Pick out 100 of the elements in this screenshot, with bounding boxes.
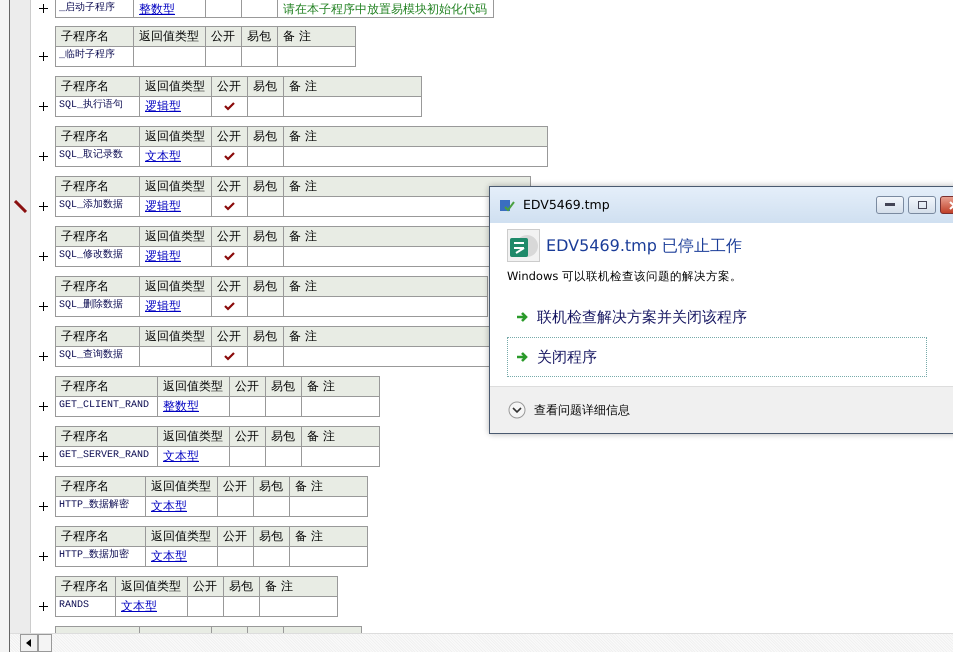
arrow-icon — [516, 351, 529, 364]
column-header: 易包 — [248, 226, 284, 246]
column-header: 子程序名 — [56, 426, 158, 446]
column-header: 公开 — [212, 76, 248, 96]
scrollbar-thumb[interactable] — [38, 634, 52, 652]
column-header: 公开 — [230, 376, 266, 396]
plus-icon[interactable] — [38, 352, 48, 360]
plus-icon[interactable] — [38, 402, 48, 410]
column-header: 子程序名 — [56, 26, 134, 46]
return-type: 逻辑型 — [140, 96, 212, 116]
plus-icon[interactable] — [38, 52, 48, 60]
dialog-message: Windows 可以联机检查该问题的解决方案。 — [507, 268, 743, 285]
column-header: 子程序名 — [56, 226, 140, 246]
column-header: 公开 — [212, 176, 248, 196]
dialog-option[interactable]: 关闭程序 — [507, 337, 927, 378]
column-header: 备 注 — [284, 76, 422, 96]
column-header: 备 注 — [284, 176, 530, 196]
column-header: 公开 — [188, 576, 224, 596]
minimize-icon — [885, 203, 895, 207]
plus-icon[interactable] — [38, 452, 48, 460]
procedure-name: HTTP_数据解密 — [56, 496, 146, 516]
column-header: 子程序名 — [56, 576, 116, 596]
return-type: 逻辑型 — [140, 246, 212, 266]
procedure-name: SQL_查询数据 — [56, 346, 140, 366]
column-header: 子程序名 — [56, 76, 140, 96]
column-header: 公开 — [206, 26, 242, 46]
minimize-button[interactable] — [876, 196, 904, 214]
column-header: 易包 — [248, 126, 284, 146]
column-header: 备 注 — [302, 426, 380, 446]
return-type: 整数型 — [158, 396, 230, 416]
plus-icon[interactable] — [38, 102, 48, 110]
column-header: 返回值类型 — [140, 276, 212, 296]
procedure-name: SQL_取记录数 — [56, 146, 140, 166]
remark: 请在本子程序中放置易模块初始化代码 — [278, 0, 494, 17]
column-header: 返回值类型 — [146, 526, 218, 546]
return-type: 文本型 — [140, 146, 212, 166]
column-header: 公开 — [218, 476, 254, 496]
column-header: 公开 — [212, 326, 248, 346]
column-header: 子程序名 — [56, 326, 140, 346]
return-type: 整数型 — [134, 0, 206, 17]
plus-icon[interactable] — [38, 4, 48, 12]
column-header: 易包 — [254, 476, 290, 496]
column-header: 子程序名 — [56, 526, 146, 546]
procedure-name: SQL_删除数据 — [56, 296, 140, 316]
procedure-name: SQL_添加数据 — [56, 196, 140, 216]
column-header: 备 注 — [284, 126, 548, 146]
return-type: 文本型 — [158, 446, 230, 466]
column-header: 易包 — [248, 76, 284, 96]
program-icon — [507, 229, 540, 262]
column-header: 公开 — [230, 426, 266, 446]
maximize-icon — [918, 201, 926, 209]
column-header: 易包 — [224, 576, 260, 596]
column-header: 易包 — [266, 376, 302, 396]
column-header: 返回值类型 — [134, 26, 206, 46]
column-header: 返回值类型 — [140, 226, 212, 246]
column-header: 子程序名 — [56, 476, 146, 496]
column-header: 易包 — [248, 326, 284, 346]
plus-icon[interactable] — [38, 602, 48, 610]
column-header: 返回值类型 — [158, 376, 230, 396]
plus-icon[interactable] — [38, 552, 48, 560]
column-header: 备 注 — [284, 276, 488, 296]
column-header: 备 注 — [260, 576, 338, 596]
window-title: EDV5469.tmp — [523, 196, 610, 214]
column-header: 备 注 — [290, 526, 368, 546]
plus-icon[interactable] — [38, 502, 48, 510]
procedure-name: SQL_修改数据 — [56, 246, 140, 266]
plus-icon[interactable] — [38, 202, 48, 210]
column-header: 返回值类型 — [140, 126, 212, 146]
return-type: 文本型 — [146, 546, 218, 566]
details-link[interactable]: 查看问题详细信息 — [534, 401, 630, 419]
column-header: 易包 — [248, 176, 284, 196]
column-header: 公开 — [212, 226, 248, 246]
plus-icon[interactable] — [38, 302, 48, 310]
procedure-name: GET_SERVER_RAND — [56, 446, 158, 466]
plus-icon[interactable] — [38, 252, 48, 260]
scroll-left-button[interactable] — [20, 634, 38, 652]
procedure-name: GET_CLIENT_RAND — [56, 396, 158, 416]
column-header: 返回值类型 — [140, 176, 212, 196]
column-header: 返回值类型 — [140, 326, 212, 346]
procedure-name: _临时子程序 — [56, 46, 134, 66]
column-header: 备 注 — [278, 26, 356, 46]
maximize-button[interactable] — [908, 196, 936, 214]
column-header: 公开 — [212, 276, 248, 296]
app-icon — [499, 197, 515, 213]
procedure-name: RANDS — [56, 596, 116, 616]
expand-details-icon[interactable] — [508, 401, 526, 419]
column-header: 易包 — [248, 276, 284, 296]
return-type: 逻辑型 — [140, 196, 212, 216]
arrow-icon — [516, 311, 529, 324]
return-type: 文本型 — [146, 496, 218, 516]
plus-icon[interactable] — [38, 152, 48, 160]
column-header: 公开 — [218, 526, 254, 546]
procedure-name: HTTP_数据加密 — [56, 546, 146, 566]
column-header: 子程序名 — [56, 376, 158, 396]
column-header: 易包 — [266, 426, 302, 446]
column-header: 子程序名 — [56, 176, 140, 196]
procedure-name: SQL_执行语句 — [56, 96, 140, 116]
dialog-heading: EDV5469.tmp 已停止工作 — [546, 234, 742, 256]
left-arrow-icon — [26, 639, 32, 647]
return-type: 文本型 — [116, 596, 188, 616]
